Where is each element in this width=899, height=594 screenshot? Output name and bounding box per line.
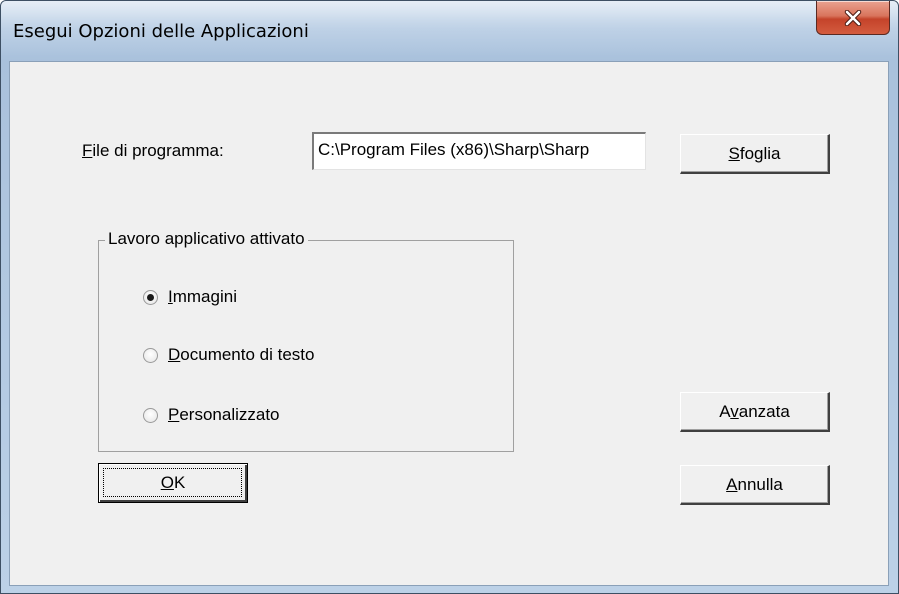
browse-button[interactable]: Sfoglia	[680, 134, 830, 174]
ok-button[interactable]: OK	[98, 463, 248, 503]
browse-button-label: Sfoglia	[729, 144, 781, 164]
program-file-label-text: ile di programma:	[92, 141, 224, 160]
browse-accel: S	[728, 143, 740, 163]
advanced-pre: A	[719, 401, 731, 421]
radio-custom-accel: P	[168, 405, 180, 424]
program-file-label: File di programma:	[82, 141, 224, 161]
cancel-accel: A	[726, 474, 738, 494]
cancel-button[interactable]: Annulla	[680, 465, 830, 505]
radio-custom-button[interactable]	[143, 407, 158, 423]
program-file-input[interactable]: C:\Program Files (x86)\Sharp\Sharp	[312, 132, 646, 170]
radio-selected-dot	[147, 293, 154, 301]
advanced-button[interactable]: Avanzata	[680, 392, 830, 432]
cancel-text: nnulla	[737, 474, 783, 494]
radio-custom-text: ersonalizzato	[179, 405, 280, 424]
radio-images-label: Immagini	[168, 287, 237, 307]
advanced-text: anzata	[738, 401, 790, 421]
group-title: Lavoro applicativo attivato	[105, 229, 308, 249]
radio-images-button[interactable]	[143, 289, 158, 305]
cancel-button-label: Annulla	[726, 475, 783, 495]
advanced-accel: v	[730, 401, 739, 421]
radio-custom-label: Personalizzato	[168, 405, 280, 425]
radio-text-document-button[interactable]	[143, 347, 158, 363]
browse-text: foglia	[739, 143, 781, 163]
radio-images[interactable]: Immagini	[143, 287, 237, 307]
dialog-client-area: File di programma: C:\Program Files (x86…	[9, 61, 889, 586]
close-icon	[844, 9, 862, 26]
advanced-button-label: Avanzata	[719, 402, 790, 422]
radio-text-document[interactable]: Documento di testo	[143, 345, 314, 365]
radio-text-document-text: ocumento di testo	[180, 345, 315, 364]
radio-images-text: mmagini	[172, 287, 237, 306]
application-work-group: Lavoro applicativo attivato Immagini Doc…	[98, 229, 514, 452]
dialog-window: Esegui Opzioni delle Applicazioni File d…	[0, 0, 899, 594]
window-title: Esegui Opzioni delle Applicazioni	[13, 21, 309, 42]
title-bar[interactable]: Esegui Opzioni delle Applicazioni	[1, 1, 898, 57]
radio-text-document-label: Documento di testo	[168, 345, 314, 365]
radio-text-document-accel: D	[168, 345, 181, 364]
focus-rectangle	[103, 468, 242, 497]
radio-custom[interactable]: Personalizzato	[143, 405, 280, 425]
close-button[interactable]	[816, 1, 890, 35]
program-file-label-accel: F	[82, 141, 93, 160]
